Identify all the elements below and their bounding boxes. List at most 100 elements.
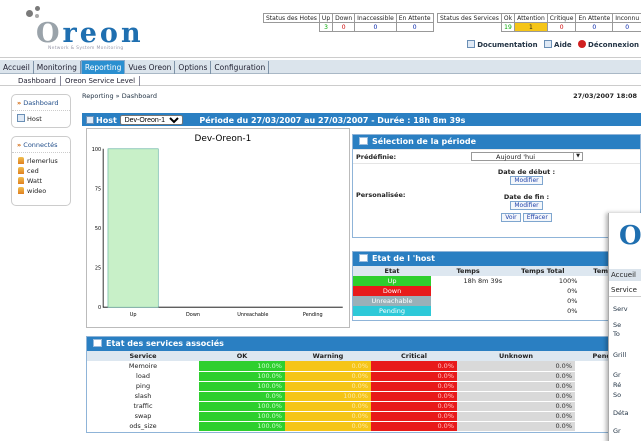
hs-down[interactable]: 0 (332, 22, 356, 32)
connected-user[interactable]: wideo (12, 186, 70, 196)
state-cell: Up (353, 276, 432, 286)
service-row[interactable]: Memoire 100.0% 0.0% 0.0% 0.0% (87, 361, 640, 372)
ok-cell: 100.0% (199, 381, 285, 392)
overlay-menu[interactable]: Accueil (609, 269, 641, 281)
time-cell (431, 306, 505, 316)
hs-h2: Down (332, 13, 356, 23)
overlay-line: Déta (613, 409, 629, 417)
services-table: Service OK Warning Critical Unknown Pend… (87, 351, 640, 432)
menu-options[interactable]: Options (175, 61, 212, 74)
time-cell (431, 286, 505, 296)
service-name[interactable]: load (87, 371, 199, 382)
warning-cell: 0.0% (285, 411, 371, 422)
x-tick-label: Down (186, 312, 200, 318)
ss-crit[interactable]: 0 (546, 22, 577, 32)
service-name[interactable]: ping (87, 381, 199, 392)
menu-accueil[interactable]: Accueil (0, 61, 34, 74)
sidebar-connected-title: » Connectés (12, 137, 70, 153)
modify-start-button[interactable]: Modifier (510, 176, 543, 185)
warning-cell: 0.0% (285, 401, 371, 412)
period-selection-panel: Sélection de la période Prédéfinie: Aujo… (352, 134, 641, 238)
document-icon (467, 40, 476, 48)
oreon-logo[interactable]: Oreon Network & System Monitoring (18, 4, 158, 52)
host-select[interactable]: Dev-Oreon-1 (119, 115, 183, 125)
help-link[interactable]: Aide (544, 40, 572, 49)
service-name[interactable]: swap (87, 411, 199, 422)
service-row[interactable]: ods_size 100.0% 0.0% 0.0% 0.0% (87, 421, 640, 432)
service-name[interactable]: ods_size (87, 421, 199, 432)
user-icon (18, 157, 24, 164)
connected-user[interactable]: Watt (12, 176, 70, 186)
critical-cell: 0.0% (371, 421, 457, 432)
unknown-cell: 0.0% (457, 381, 575, 392)
documentation-link[interactable]: Documentation (467, 40, 538, 49)
service-name[interactable]: slash (87, 391, 199, 402)
view-button[interactable]: Voir (501, 213, 521, 222)
end-date-label: Date de fin : (503, 193, 550, 201)
connected-user[interactable]: ced (12, 166, 70, 176)
hs-pending[interactable]: 0 (395, 22, 434, 32)
menu-vues-oreon[interactable]: Vues Oreon (125, 61, 176, 74)
unknown-cell: 0.0% (457, 421, 575, 432)
svc-h4: Unknown (457, 351, 575, 361)
submenu-dashboard[interactable]: Dashboard (0, 76, 61, 86)
ss-h0: Status des Services (437, 13, 502, 23)
service-row[interactable]: slash 0.0% 100.0% 0.0% 0.0% (87, 391, 640, 402)
ss-ok[interactable]: 19 (500, 22, 516, 32)
ss-pending[interactable]: 0 (575, 22, 614, 32)
ss-h1: Ok (500, 13, 516, 23)
service-name[interactable]: traffic (87, 401, 199, 412)
submenu-service-level[interactable]: Oreon Service Level (61, 76, 141, 86)
ss-h4: En Attente (575, 13, 614, 23)
ss-h5: Inconnu (612, 13, 641, 23)
services-panel: Etat des services associés Service OK Wa… (86, 336, 641, 433)
overlay-line: Gr (613, 427, 621, 435)
menu-configuration[interactable]: Configuration (211, 61, 270, 74)
host-label: Host (96, 116, 117, 125)
menu-monitoring[interactable]: Monitoring (34, 61, 81, 74)
hs-h0: Status des Hotes (263, 13, 320, 23)
state-cell: Unreachable (353, 296, 432, 306)
oreon-page: Oreon Network & System Monitoring Status… (0, 0, 641, 441)
service-name[interactable]: Memoire (87, 361, 199, 372)
time-cell (431, 296, 505, 306)
logout-link[interactable]: Déconnexion (578, 40, 639, 49)
hs-up[interactable]: 3 (318, 22, 334, 32)
hs-unreach[interactable]: 0 (354, 22, 397, 32)
x-tick-label: Up (130, 312, 137, 318)
hst-h1: Temps (431, 266, 506, 276)
total-cell: 0% (567, 297, 578, 305)
hs-h4: En Attente (395, 13, 434, 23)
predefined-select[interactable]: Aujourd 'hui ▼ (471, 152, 583, 161)
service-row[interactable]: ping 100.0% 0.0% 0.0% 0.0% (87, 381, 640, 392)
calendar-icon (359, 137, 368, 145)
service-row[interactable]: swap 100.0% 0.0% 0.0% 0.0% (87, 411, 640, 422)
overlay-line: To (613, 330, 620, 338)
host-state-row: Pending 0% (353, 306, 640, 316)
service-row[interactable]: traffic 100.0% 0.0% 0.0% 0.0% (87, 401, 640, 412)
overlay-window[interactable]: O Accueil Service Serv Se To Grill Gr Ré… (608, 213, 641, 441)
hs-h1: Up (318, 13, 334, 23)
logo-word: Oreon (36, 18, 144, 49)
sidebar-dashboard-box: » Dashboard Host (11, 94, 71, 128)
menu-reporting[interactable]: Reporting (80, 60, 126, 74)
unknown-cell: 0.0% (457, 361, 575, 372)
ss-warn[interactable]: 1 (514, 22, 548, 32)
state-cell: Pending (353, 306, 432, 316)
warning-cell: 100.0% (285, 391, 371, 402)
overlay-submenu[interactable]: Service (609, 284, 641, 297)
connected-user[interactable]: rlemerlus (12, 156, 70, 166)
critical-cell: 0.0% (371, 371, 457, 382)
ss-unknown[interactable]: 0 (612, 22, 641, 32)
clear-button[interactable]: Effacer (522, 213, 552, 222)
services-header: Etat des services associés (87, 337, 640, 351)
sidebar-item-host[interactable]: Host (12, 111, 70, 126)
header: Oreon Network & System Monitoring Status… (0, 0, 641, 58)
service-row[interactable]: load 100.0% 0.0% 0.0% 0.0% (87, 371, 640, 382)
total-cell: 100% (558, 277, 578, 285)
warning-cell: 0.0% (285, 361, 371, 372)
modify-end-button[interactable]: Modifier (510, 201, 543, 210)
ss-h2: Attention (514, 13, 548, 23)
period-selection-header: Sélection de la période (353, 135, 640, 149)
header-links: Documentation Aide Déconnexion (463, 40, 639, 49)
